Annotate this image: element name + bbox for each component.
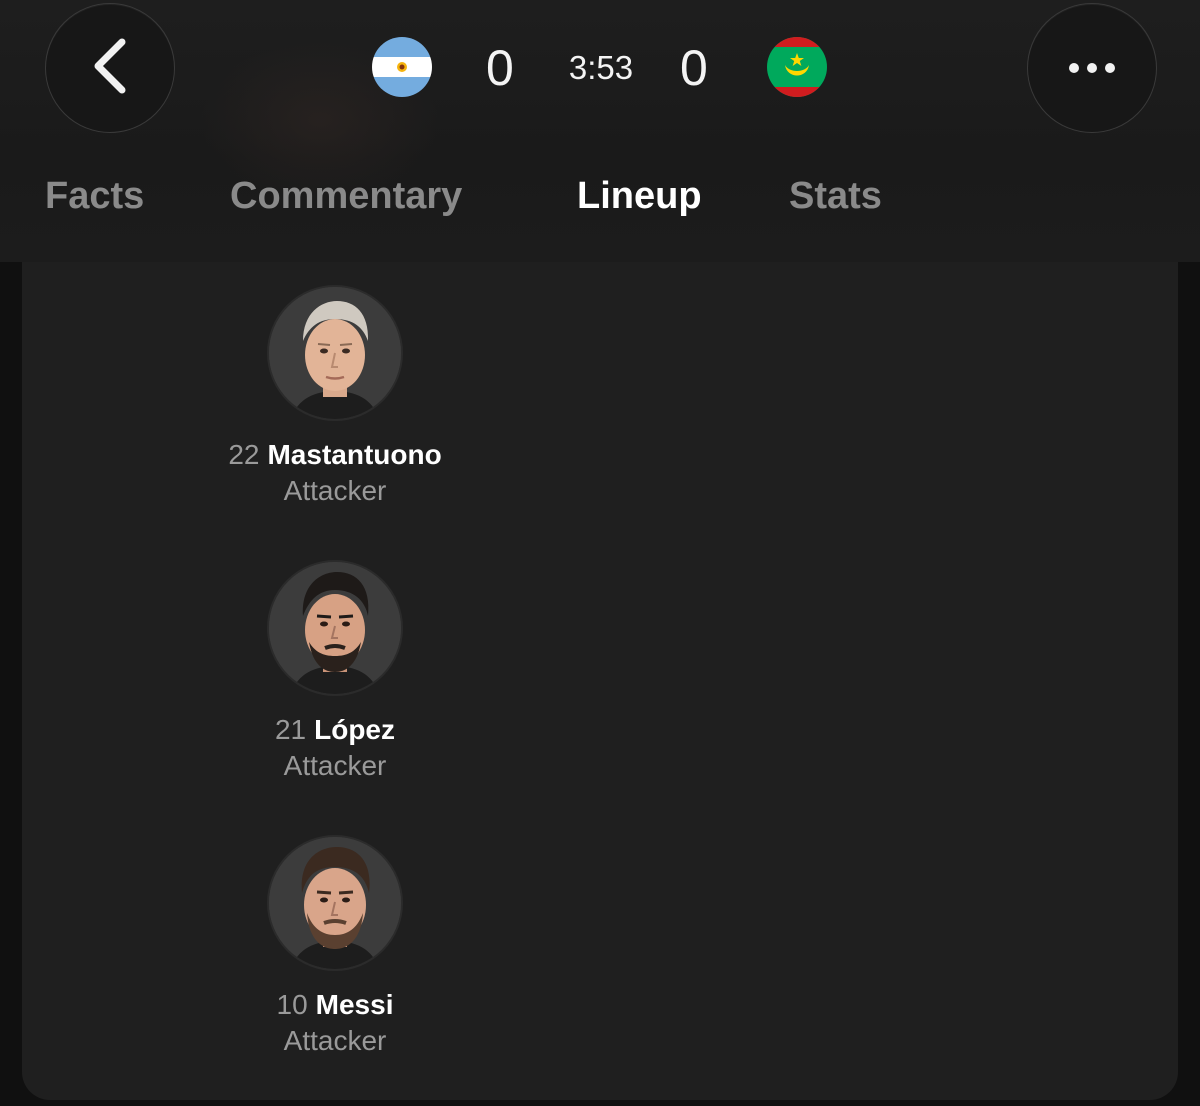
away-score: 0 — [680, 40, 708, 96]
player-name-line: 22 Mastantuono — [135, 437, 535, 473]
player-photo — [267, 560, 403, 696]
player-number: 10 — [276, 989, 308, 1020]
player-number: 22 — [228, 439, 260, 470]
player-photo — [267, 835, 403, 971]
argentina-flag-icon — [372, 37, 432, 97]
mauritania-flag-icon — [767, 37, 827, 97]
player-name-line: 21 López — [135, 712, 535, 748]
player-number: 21 — [274, 714, 307, 745]
back-button[interactable] — [45, 3, 175, 133]
player-messi[interactable]: 10 Messi Attacker — [135, 835, 535, 1059]
ellipsis-icon — [1069, 63, 1115, 73]
match-clock: 3:53 — [568, 49, 634, 86]
match-header: 0 3:53 0 Facts Commentary Lineup Stats — [0, 0, 1200, 262]
tab-stats[interactable]: Stats — [789, 168, 882, 224]
player-mastantuono[interactable]: 22 Mastantuono Attacker — [135, 285, 535, 509]
match-page: 22 Mastantuono Attacker 21 López Attacke… — [0, 0, 1200, 1106]
player-name-line: 10 Messi — [135, 987, 535, 1023]
player-name: Messi — [315, 989, 394, 1020]
chevron-left-icon — [90, 36, 130, 101]
player-name: Mastantuono — [267, 439, 442, 470]
tab-commentary[interactable]: Commentary — [230, 168, 462, 224]
player-position: Attacker — [283, 1025, 387, 1056]
home-score: 0 — [486, 40, 514, 96]
player-position: Attacker — [283, 475, 387, 506]
more-options-button[interactable] — [1027, 3, 1157, 133]
player-lopez[interactable]: 21 López Attacker — [135, 560, 535, 784]
tab-lineup[interactable]: Lineup — [577, 168, 702, 224]
tab-facts[interactable]: Facts — [45, 168, 144, 224]
player-photo — [267, 285, 403, 421]
player-name: López — [314, 714, 396, 745]
player-position: Attacker — [283, 750, 387, 781]
lineup-card: 22 Mastantuono Attacker 21 López Attacke… — [22, 200, 1178, 1100]
